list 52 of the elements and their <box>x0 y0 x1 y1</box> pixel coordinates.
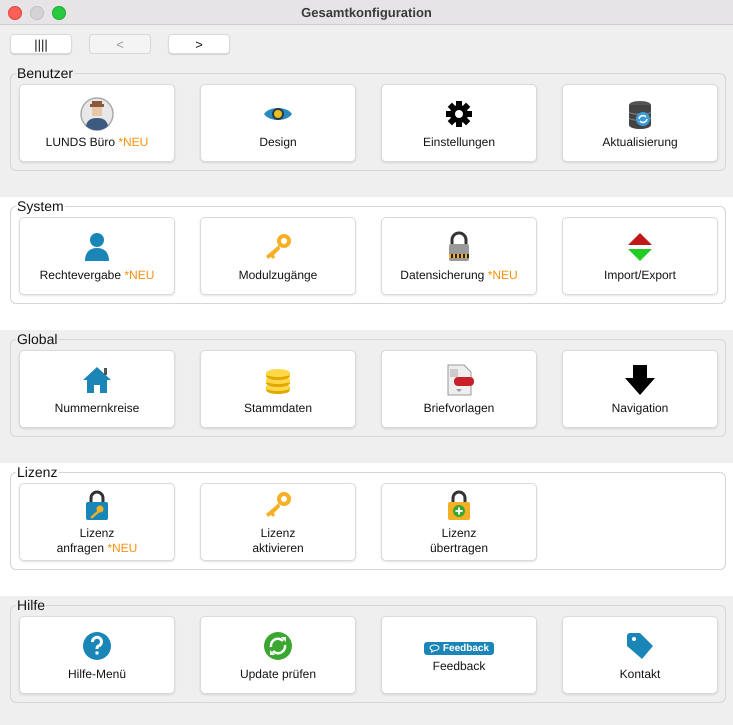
section-title: Lizenz <box>16 464 58 480</box>
tile-button[interactable]: Rechtevergabe *NEU <box>19 217 175 295</box>
tile-label: Navigation <box>612 400 668 416</box>
tile-label: LUNDS Büro *NEU <box>46 134 148 150</box>
tile-label: Feedback <box>432 659 486 674</box>
tile-label: Hilfe-Menü <box>68 666 126 682</box>
tile-label: Rechtevergabe *NEU <box>40 268 154 282</box>
minimize-window-button[interactable] <box>30 6 44 20</box>
tile-button[interactable]: Datensicherung *NEU <box>381 217 537 295</box>
toolbar-button[interactable]: |||| <box>10 34 72 54</box>
tile-label: Einstellungen <box>422 134 496 150</box>
tile-label: Aktualisierung <box>602 134 678 150</box>
tile-label: Modulzugänge <box>238 268 318 282</box>
tile-button[interactable]: Nummernkreise <box>19 350 175 428</box>
tile-button[interactable]: Stammdaten <box>200 350 356 428</box>
zoom-window-button[interactable] <box>52 6 66 20</box>
tile-label: Kontakt <box>620 666 660 682</box>
tile-label: Design <box>259 134 297 150</box>
tile-button[interactable]: Lizenz übertragen <box>381 483 537 561</box>
section-title: Hilfe <box>16 597 46 613</box>
person-avatar-icon <box>80 96 114 130</box>
tile-button[interactable]: Hilfe-Menü <box>19 616 175 694</box>
section-title: Benutzer <box>16 65 74 81</box>
section-title: System <box>16 198 65 214</box>
tile-label: Update prüfen <box>240 666 316 682</box>
tile-label: Stammdaten <box>244 400 312 416</box>
tile-button[interactable]: Navigation <box>562 350 718 428</box>
tile-button[interactable]: Aktualisierung <box>562 84 718 162</box>
tile-label: Nummernkreise <box>54 400 140 416</box>
tile-button[interactable]: Modulzugänge <box>200 217 356 295</box>
window-title: Gesamtkonfiguration <box>301 4 432 20</box>
tile-label: Lizenz aktivieren <box>252 526 304 556</box>
close-window-button[interactable] <box>8 6 22 20</box>
tile-button[interactable]: Update prüfen <box>200 616 356 694</box>
tile-label: Briefvorlagen <box>424 400 494 416</box>
tile-label: Import/Export <box>604 268 676 282</box>
tile-button[interactable]: Einstellungen <box>381 84 537 162</box>
tile-label: Lizenz übertragen <box>430 526 488 556</box>
toolbar-button[interactable]: > <box>168 34 230 54</box>
section-title: Global <box>16 331 58 347</box>
tile-button[interactable]: Import/Export <box>562 217 718 295</box>
tile-button[interactable]: Lizenz anfragen *NEU <box>19 483 175 561</box>
tile-button[interactable]: Lizenz aktivieren <box>200 483 356 561</box>
tile-button[interactable]: Briefvorlagen <box>381 350 537 428</box>
down-arrow-icon <box>623 362 657 396</box>
tile-button[interactable]: Feedback Feedback <box>381 616 537 694</box>
tile-button[interactable]: LUNDS Büro *NEU <box>19 84 175 162</box>
tile-label: Lizenz anfragen *NEU <box>56 526 138 556</box>
tile-button[interactable]: Kontakt <box>562 616 718 694</box>
tile-button[interactable]: Design <box>200 84 356 162</box>
tile-label: Datensicherung *NEU <box>400 268 518 282</box>
feedback-icon: Feedback <box>424 642 494 655</box>
